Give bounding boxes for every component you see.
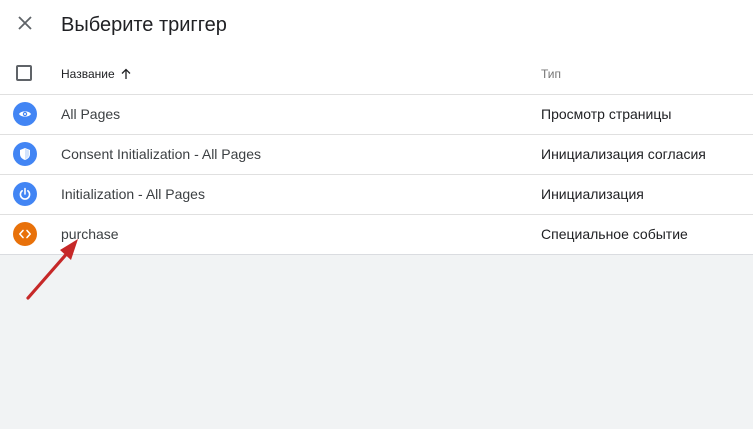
power-icon: [13, 182, 37, 206]
annotation-arrow-icon: [26, 239, 78, 300]
close-button[interactable]: [12, 10, 38, 36]
trigger-type: Специальное событие: [541, 226, 688, 242]
trigger-picker-panel: Выберите триггер Название Тип All Pages …: [0, 0, 753, 255]
table-header: Название Тип: [0, 55, 753, 95]
column-header-name[interactable]: Название: [61, 67, 132, 81]
trigger-name: All Pages: [61, 106, 121, 122]
eye-icon: [13, 102, 37, 126]
table-row[interactable]: All Pages Просмотр страницы: [0, 95, 753, 135]
trigger-type: Инициализация: [541, 186, 644, 202]
dialog-title: Выберите триггер: [61, 14, 227, 36]
sort-ascending-icon: [120, 68, 132, 80]
column-header-type: Тип: [541, 67, 562, 81]
close-icon: [18, 16, 32, 30]
dialog-header: Выберите триггер: [0, 0, 753, 50]
table-row[interactable]: purchase Специальное событие: [0, 215, 753, 254]
trigger-type: Просмотр страницы: [541, 106, 672, 122]
trigger-type: Инициализация согласия: [541, 146, 706, 162]
trigger-name: Initialization - All Pages: [61, 186, 205, 202]
select-all-checkbox[interactable]: [16, 65, 32, 81]
table-row[interactable]: Consent Initialization - All Pages Иници…: [0, 135, 753, 175]
column-header-name-label: Название: [61, 67, 115, 81]
shield-icon: [13, 142, 37, 166]
table-row[interactable]: Initialization - All Pages Инициализация: [0, 175, 753, 215]
trigger-name: Consent Initialization - All Pages: [61, 146, 261, 162]
